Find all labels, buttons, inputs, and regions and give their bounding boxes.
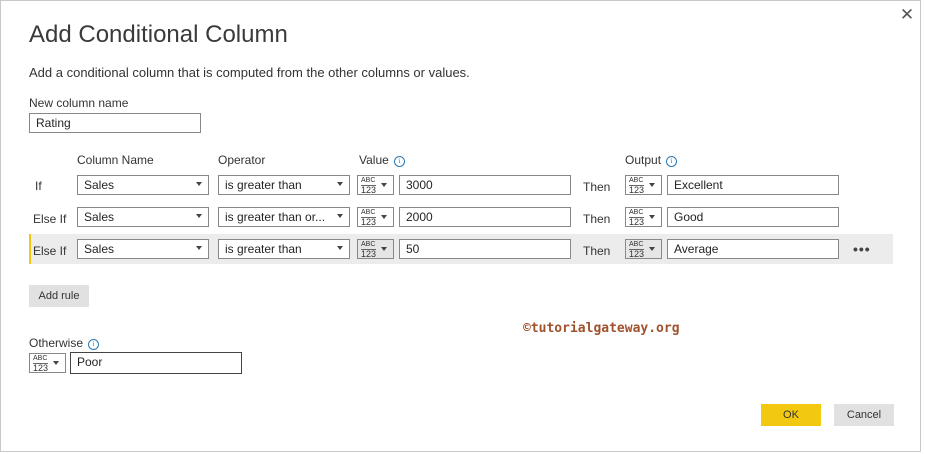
watermark: ©tutorialgateway.org [523, 321, 680, 336]
chevron-down-icon [381, 247, 387, 251]
type-icon-bottom: 123 [33, 363, 49, 373]
rule-operator-select[interactable]: is greater than [218, 175, 350, 195]
value-type-dropdown[interactable]: ABC 123 [357, 207, 394, 227]
otherwise-label-text: Otherwise [29, 336, 84, 350]
type-icon-top: ABC [361, 209, 376, 216]
info-icon[interactable]: i [88, 339, 100, 350]
rule-column-select[interactable]: Sales [77, 207, 209, 227]
value-type-dropdown[interactable]: ABC 123 [357, 175, 394, 195]
rule-label: Else If [33, 212, 67, 226]
type-icon-bottom: 123 [361, 249, 377, 259]
chevron-down-icon [196, 246, 202, 250]
type-icon-top: ABC [629, 209, 644, 216]
type-icon-bottom: 123 [629, 249, 645, 259]
chevron-down-icon [196, 182, 202, 186]
chevron-down-icon [649, 183, 655, 187]
type-icon-top: ABC [629, 241, 644, 248]
operator-header: Operator [218, 153, 266, 167]
rule-output-input[interactable]: Excellent [667, 175, 839, 195]
add-rule-button[interactable]: Add rule [29, 285, 89, 307]
type-icon-bottom: 123 [629, 185, 645, 195]
info-icon[interactable]: i [393, 156, 405, 167]
rule-value-input[interactable]: 2000 [399, 207, 571, 227]
column-name-header: Column Name [77, 153, 154, 167]
value-header-text: Value [359, 153, 389, 167]
rule-column-select[interactable]: Sales [77, 175, 209, 195]
rule-column-value: Sales [84, 210, 115, 224]
type-icon-top: ABC [361, 241, 376, 248]
chevron-down-icon [381, 215, 387, 219]
then-label: Then [583, 244, 611, 258]
rule-column-value: Sales [84, 178, 115, 192]
type-icon-bottom: 123 [629, 217, 645, 227]
rule-operator-value: is greater than or... [225, 210, 326, 224]
chevron-down-icon [649, 215, 655, 219]
type-icon-top: ABC [33, 355, 48, 362]
otherwise-input[interactable]: Poor [70, 352, 242, 374]
chevron-down-icon [381, 183, 387, 187]
value-header: Value i [359, 153, 405, 167]
otherwise-label: Otherwise i [29, 336, 100, 350]
close-icon[interactable]: ✕ [897, 5, 917, 25]
output-header: Output i [625, 153, 678, 167]
rule-operator-value: is greater than [225, 178, 302, 192]
rule-output-input[interactable]: Average [667, 239, 839, 259]
chevron-down-icon [337, 182, 343, 186]
chevron-down-icon [196, 214, 202, 218]
chevron-down-icon [337, 214, 343, 218]
type-icon-bottom: 123 [361, 217, 377, 227]
dialog-subtitle: Add a conditional column that is compute… [29, 65, 470, 80]
ok-button[interactable]: OK [761, 404, 821, 426]
rule-label: If [35, 179, 42, 193]
type-icon-top: ABC [361, 177, 376, 184]
value-type-dropdown[interactable]: ABC 123 [357, 239, 394, 259]
then-label: Then [583, 212, 611, 226]
output-type-dropdown[interactable]: ABC 123 [625, 207, 662, 227]
rule-column-value: Sales [84, 242, 115, 256]
type-icon-top: ABC [629, 177, 644, 184]
add-conditional-column-dialog: Add Conditional Column ✕ Add a condition… [0, 0, 921, 452]
dialog-title: Add Conditional Column [29, 21, 288, 48]
chevron-down-icon [53, 361, 59, 365]
new-column-name-label: New column name [29, 96, 129, 110]
info-icon[interactable]: i [666, 156, 678, 167]
type-icon-bottom: 123 [361, 185, 377, 195]
rule-column-select[interactable]: Sales [77, 239, 209, 259]
output-header-text: Output [625, 153, 662, 167]
rule-output-input[interactable]: Good [667, 207, 839, 227]
rule-operator-select[interactable]: is greater than [218, 239, 350, 259]
cancel-button[interactable]: Cancel [834, 404, 894, 426]
otherwise-type-dropdown[interactable]: ABC 123 [29, 353, 66, 373]
then-label: Then [583, 180, 611, 194]
new-column-name-input[interactable]: Rating [29, 113, 201, 133]
chevron-down-icon [649, 247, 655, 251]
output-type-dropdown[interactable]: ABC 123 [625, 239, 662, 259]
rule-value-input[interactable]: 3000 [399, 175, 571, 195]
rule-operator-value: is greater than [225, 242, 302, 256]
chevron-down-icon [337, 246, 343, 250]
rule-operator-select[interactable]: is greater than or... [218, 207, 350, 227]
more-options-icon[interactable]: ••• [853, 241, 871, 257]
rule-value-input[interactable]: 50 [399, 239, 571, 259]
rule-label: Else If [33, 244, 67, 258]
output-type-dropdown[interactable]: ABC 123 [625, 175, 662, 195]
